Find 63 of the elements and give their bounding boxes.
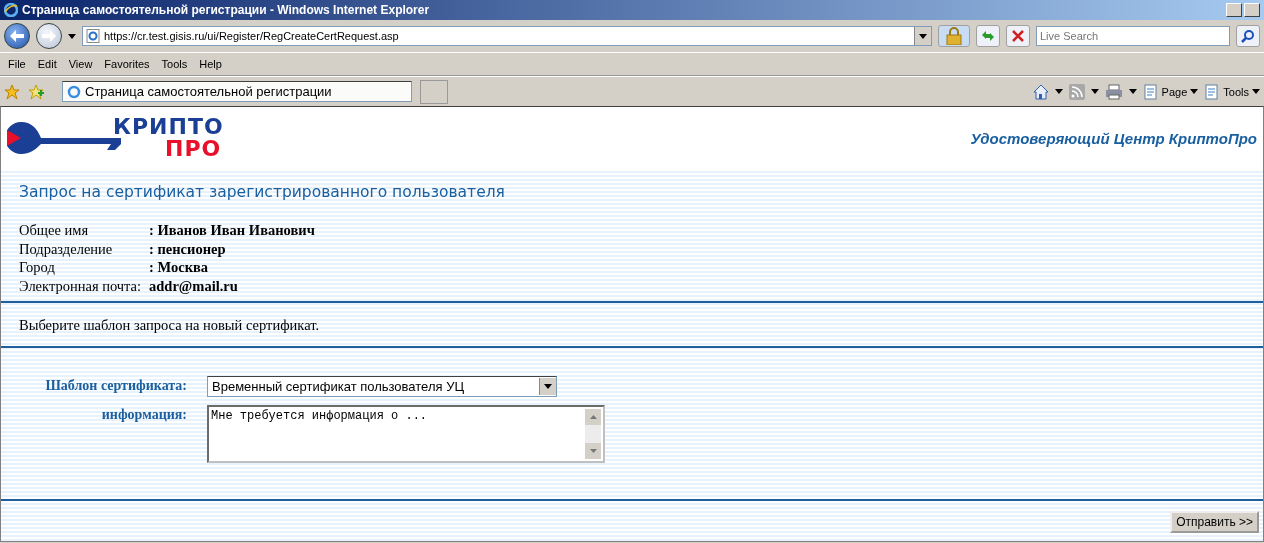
search-field[interactable]: Live Search bbox=[1036, 26, 1230, 46]
page-heading: Запрос на сертификат зарегистрированного пользователя bbox=[19, 183, 506, 201]
field-label: Город bbox=[19, 258, 56, 277]
scroll-down-arrow-icon[interactable] bbox=[589, 449, 597, 453]
back-arrow-icon bbox=[10, 30, 24, 42]
dropdown-arrow-icon[interactable] bbox=[919, 33, 927, 39]
forward-button[interactable] bbox=[36, 23, 62, 49]
browser-logo-icon bbox=[67, 84, 81, 99]
submit-button[interactable]: Отправить >> bbox=[1170, 511, 1259, 533]
menu-item[interactable]: Help bbox=[193, 58, 228, 70]
dropdown-arrow-icon[interactable] bbox=[68, 33, 76, 39]
page-icon bbox=[86, 29, 100, 43]
field-value: : Иванов Иван Иванович bbox=[149, 221, 316, 240]
document-icon bbox=[1204, 83, 1221, 100]
padlock-icon bbox=[946, 27, 962, 45]
menu-item[interactable]: Tools bbox=[155, 58, 194, 70]
refresh-icon bbox=[981, 29, 995, 43]
dropdown-arrow-icon[interactable] bbox=[1128, 89, 1137, 94]
dropdown-arrow-icon[interactable] bbox=[544, 384, 552, 389]
logo-text: ПРО bbox=[164, 138, 223, 160]
logo-text: КРИПТО bbox=[113, 116, 224, 138]
menu-item[interactable]: Favorites bbox=[98, 58, 156, 70]
address-field[interactable]: https://cr.test.gisis.ru/ui/Register/RegCreateCertRequest.asp bbox=[82, 26, 932, 46]
browser-tab[interactable]: Страница самостоятельной регистрации bbox=[62, 81, 412, 102]
home-icon[interactable] bbox=[1032, 83, 1049, 100]
command-button[interactable]: Page bbox=[1142, 83, 1199, 100]
template-dropdown[interactable]: Временный сертификат пользователя УЦ bbox=[207, 376, 557, 397]
back-button[interactable] bbox=[4, 23, 30, 49]
instruction-text: Выберите шаблон запроса на новый сертификат. bbox=[19, 317, 321, 334]
field-label: Общее имя bbox=[19, 221, 90, 240]
forward-arrow-icon bbox=[42, 30, 56, 42]
menu-item[interactable]: View bbox=[62, 58, 99, 70]
dropdown-arrow-icon[interactable] bbox=[1252, 89, 1260, 94]
printer-icon[interactable] bbox=[1104, 83, 1123, 100]
document-icon bbox=[1142, 83, 1159, 100]
close-icon bbox=[1012, 30, 1024, 42]
window-title: Страница самостоятельной регистрации - Windows Internet Explorer bbox=[22, 3, 430, 17]
dropdown-arrow-icon[interactable] bbox=[1090, 89, 1099, 94]
field-label: Шаблон сертификата: bbox=[45, 377, 187, 394]
search-button[interactable] bbox=[1236, 25, 1260, 47]
browser-logo-icon bbox=[4, 3, 18, 17]
star-icon[interactable] bbox=[4, 83, 20, 100]
minimize-button[interactable] bbox=[1226, 3, 1242, 17]
field-label: Электронная почта: bbox=[19, 276, 143, 295]
dropdown-arrow-icon[interactable] bbox=[1190, 89, 1199, 94]
field-value: : пенсионер bbox=[149, 239, 227, 258]
menu-item[interactable]: File bbox=[2, 58, 32, 70]
field-label: Подразделение bbox=[19, 239, 114, 258]
dropdown-arrow-icon[interactable] bbox=[1054, 89, 1063, 94]
field-label: информация: bbox=[101, 406, 187, 423]
command-button[interactable]: Tools bbox=[1204, 83, 1260, 100]
refresh-button[interactable] bbox=[976, 25, 1000, 47]
restore-button[interactable] bbox=[1244, 3, 1260, 17]
lock-button[interactable] bbox=[938, 25, 970, 47]
information-textarea[interactable]: Мне требуется информация о ... bbox=[207, 405, 605, 463]
site-tagline: Удостоверяющий Центр КриптоПро bbox=[970, 129, 1257, 147]
scroll-up-arrow-icon[interactable] bbox=[589, 415, 597, 419]
menu-item[interactable]: Edit bbox=[31, 58, 63, 70]
add-favorite-icon[interactable] bbox=[28, 83, 44, 100]
stop-button[interactable] bbox=[1006, 25, 1030, 47]
field-value: addr@mail.ru bbox=[149, 276, 239, 295]
field-value: : Москва bbox=[149, 258, 210, 277]
search-icon bbox=[1241, 29, 1255, 43]
